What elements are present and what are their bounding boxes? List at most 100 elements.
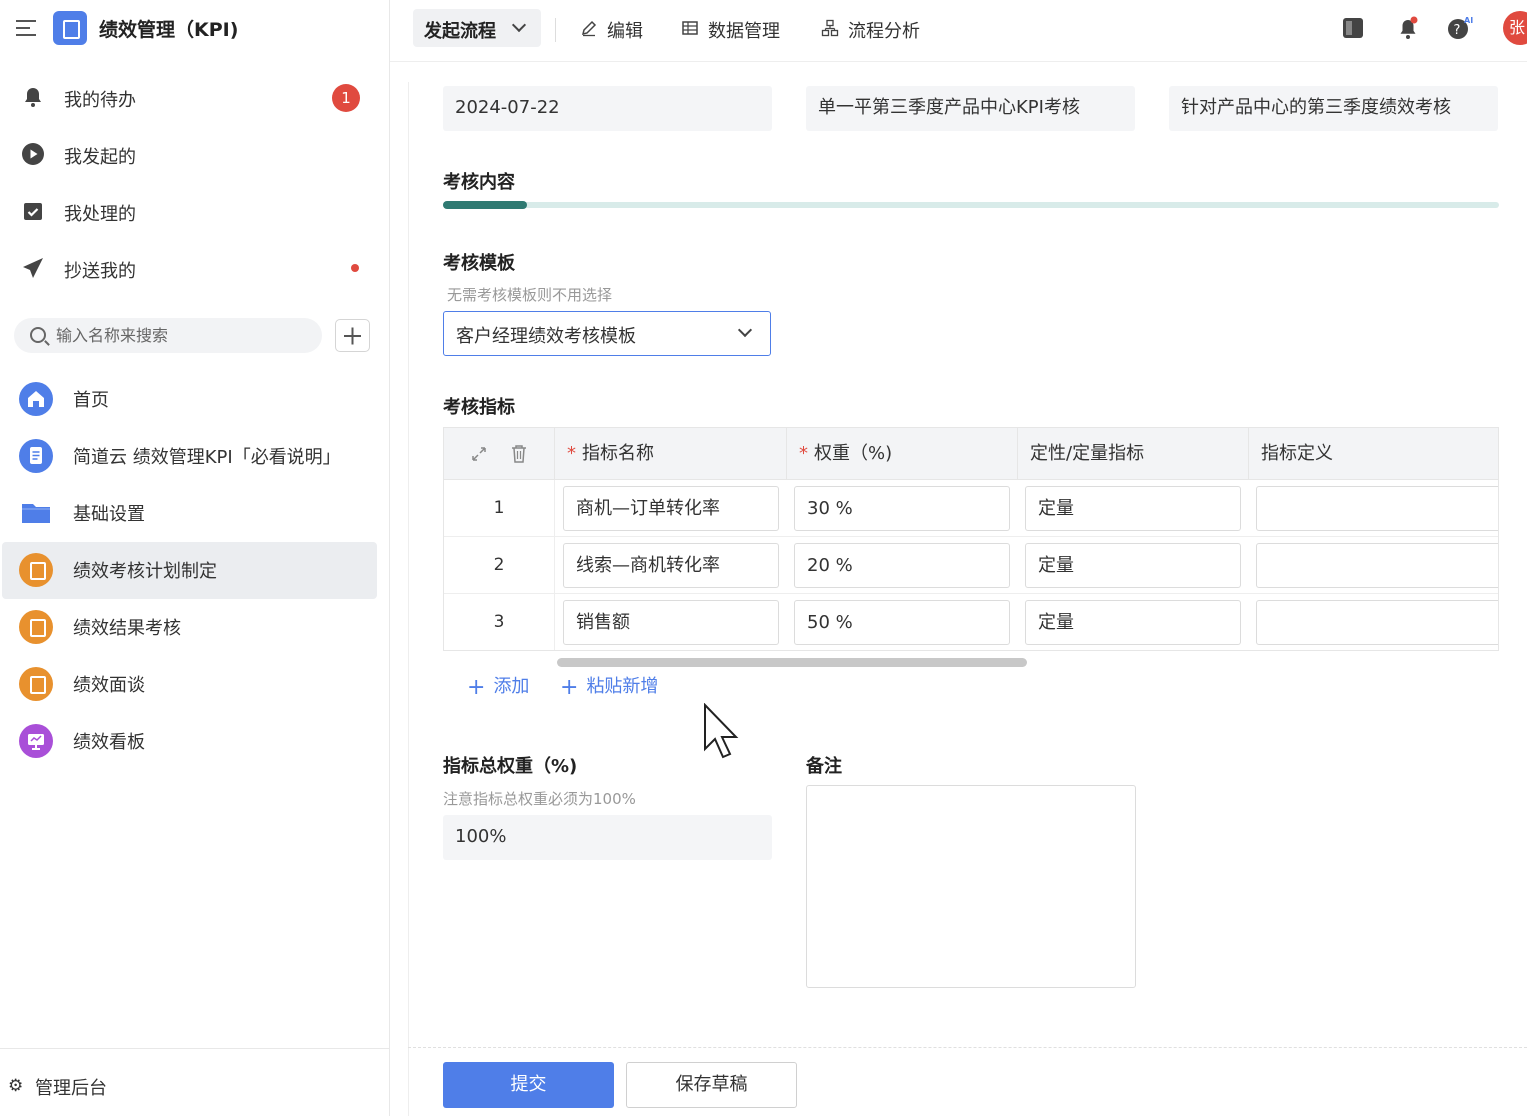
table-icon <box>682 21 698 35</box>
plan-description-field[interactable]: 针对产品中心的第三季度绩效考核 <box>1169 86 1498 131</box>
indicator-type-select[interactable]: 定量 <box>1025 486 1241 531</box>
weight-input[interactable]: 20 % <box>794 543 1010 588</box>
app-title: 绩效管理（KPI) <box>99 19 239 41</box>
sidebar-item-label: 简道云 绩效管理KPI「必看说明」 <box>73 447 341 468</box>
sidebar-item-kpi-plan[interactable]: 绩效考核计划制定 <box>2 542 377 599</box>
document-icon <box>19 439 53 473</box>
sidebar-item-label: 抄送我的 <box>64 261 136 282</box>
template-select[interactable]: 客户经理绩效考核模板 <box>443 311 771 356</box>
plan-title-field[interactable]: 单一平第三季度产品中心KPI考核 <box>806 86 1135 131</box>
sidebar-item-label: 绩效考核计划制定 <box>73 561 217 582</box>
plus-icon: + <box>560 675 579 700</box>
table-tools <box>444 428 555 480</box>
sidebar-item-label: 我的待办 <box>64 90 136 111</box>
search-box <box>14 318 322 353</box>
save-draft-button[interactable]: 保存草稿 <box>626 1062 797 1108</box>
sidebar-item-label: 我处理的 <box>64 204 136 225</box>
edit-button[interactable]: 编辑 <box>580 14 650 44</box>
unread-dot <box>351 264 359 272</box>
indicator-name-input[interactable]: 商机—订单转化率 <box>563 486 779 531</box>
add-button[interactable] <box>335 319 370 352</box>
todo-count-badge: 1 <box>332 84 360 112</box>
indicator-type-select[interactable]: 定量 <box>1025 543 1241 588</box>
start-flow-label: 发起流程 <box>424 21 496 42</box>
column-header-type: 定性/定量指标 <box>1018 428 1249 480</box>
weight-input[interactable]: 50 % <box>794 600 1010 645</box>
table-header: * 指标名称 * 权重（%) 定性/定量指标 指标定义 <box>444 428 1498 480</box>
indicators-table: * 指标名称 * 权重（%) 定性/定量指标 指标定义 1 商机—订单转化率 30 … <box>443 427 1499 651</box>
app-window: 绩效管理（KPI) 我的待办 1 我发起的 我处理的 抄送我的 首页 <box>0 0 1527 1116</box>
indicator-definition-input[interactable] <box>1256 600 1498 645</box>
dashboard-icon <box>19 724 53 758</box>
app-icon <box>19 667 53 701</box>
table-row: 2 线索—商机转化率 20 % 定量 <box>444 537 1498 594</box>
sidebar-item-kpi-interview[interactable]: 绩效面谈 <box>2 656 377 713</box>
chevron-down-icon <box>511 17 527 33</box>
sidebar-item-label: 基础设置 <box>73 504 145 525</box>
footer-divider <box>408 1047 1527 1048</box>
total-weight-label: 指标总权重（%) <box>443 756 578 777</box>
remark-label: 备注 <box>806 756 842 777</box>
plus-icon: + <box>467 675 486 700</box>
row-index: 3 <box>444 594 555 650</box>
indicator-definition-input[interactable] <box>1256 543 1498 588</box>
sidebar-item-label: 首页 <box>73 390 109 411</box>
template-hint: 无需考核模板则不用选择 <box>447 286 613 304</box>
top-toolbar: 发起流程 编辑 数据管理 流程分析 ? AI 张 <box>390 0 1527 62</box>
indicator-name-input[interactable]: 销售额 <box>563 600 779 645</box>
menu-icon[interactable] <box>16 18 38 38</box>
sidebar-item-handled[interactable]: 我处理的 <box>0 186 389 236</box>
sidebar-item-basic-settings[interactable]: 基础设置 <box>2 485 377 542</box>
date-field[interactable]: 2024-07-22 <box>443 86 772 131</box>
column-header-name: * 指标名称 <box>555 428 787 480</box>
indicator-definition-input[interactable] <box>1256 486 1498 531</box>
sidebar-toggle-icon[interactable] <box>1341 15 1365 41</box>
notification-bell-icon[interactable] <box>1396 15 1420 41</box>
sidebar-item-label: 绩效结果考核 <box>73 618 181 639</box>
data-manage-button[interactable]: 数据管理 <box>681 14 791 44</box>
table-horizontal-scrollbar[interactable] <box>557 658 1027 667</box>
indicator-type-select[interactable]: 定量 <box>1025 600 1241 645</box>
table-row: 1 商机—订单转化率 30 % 定量 <box>444 480 1498 537</box>
column-header-weight: * 权重（%) <box>787 428 1018 480</box>
sidebar-item-my-todo[interactable]: 我的待办 1 <box>0 72 389 122</box>
help-ai-icon[interactable]: ?AI <box>1446 15 1476 41</box>
play-circle-icon <box>22 143 44 165</box>
home-icon <box>19 382 53 416</box>
sidebar-item-cc[interactable]: 抄送我的 <box>0 243 389 293</box>
sidebar: 绩效管理（KPI) 我的待办 1 我发起的 我处理的 抄送我的 首页 <box>0 0 390 1116</box>
sidebar-item-label: 我发起的 <box>64 147 136 168</box>
sidebar-item-label: 绩效看板 <box>73 732 145 753</box>
svg-text:?: ? <box>1454 23 1461 38</box>
folder-icon <box>22 504 50 523</box>
table-row: 3 销售额 50 % 定量 <box>444 594 1498 650</box>
svg-text:AI: AI <box>1464 16 1473 25</box>
search-input[interactable] <box>56 318 316 353</box>
weight-input[interactable]: 30 % <box>794 486 1010 531</box>
user-avatar[interactable]: 张 <box>1503 11 1527 45</box>
total-weight-field: 100% <box>443 815 772 860</box>
admin-label: 管理后台 <box>35 1078 107 1099</box>
edit-label: 编辑 <box>607 21 643 42</box>
sidebar-item-home[interactable]: 首页 <box>2 371 377 428</box>
app-header: 绩效管理（KPI) <box>0 0 389 58</box>
sidebar-item-initiated[interactable]: 我发起的 <box>0 129 389 179</box>
template-label: 考核模板 <box>443 253 515 274</box>
paste-add-button[interactable]: + 粘贴新增 <box>560 672 658 700</box>
submit-button[interactable]: 提交 <box>443 1062 614 1108</box>
pencil-icon <box>581 20 597 37</box>
sidebar-item-guide[interactable]: 简道云 绩效管理KPI「必看说明」 <box>2 428 377 485</box>
admin-console-link[interactable]: ⚙ 管理后台 <box>0 1048 389 1116</box>
sidebar-item-kpi-result[interactable]: 绩效结果考核 <box>2 599 377 656</box>
indicator-name-input[interactable]: 线索—商机转化率 <box>563 543 779 588</box>
chevron-down-icon <box>737 322 753 338</box>
add-row-button[interactable]: + 添加 <box>467 672 529 700</box>
remark-textarea[interactable] <box>806 785 1136 988</box>
start-flow-dropdown[interactable]: 发起流程 <box>413 9 541 47</box>
flow-analysis-button[interactable]: 流程分析 <box>821 14 931 44</box>
search-icon <box>30 327 46 343</box>
expand-icon[interactable] <box>470 445 488 463</box>
trash-icon[interactable] <box>510 444 528 464</box>
template-selected-value: 客户经理绩效考核模板 <box>456 326 636 347</box>
sidebar-item-kpi-dashboard[interactable]: 绩效看板 <box>2 713 377 770</box>
